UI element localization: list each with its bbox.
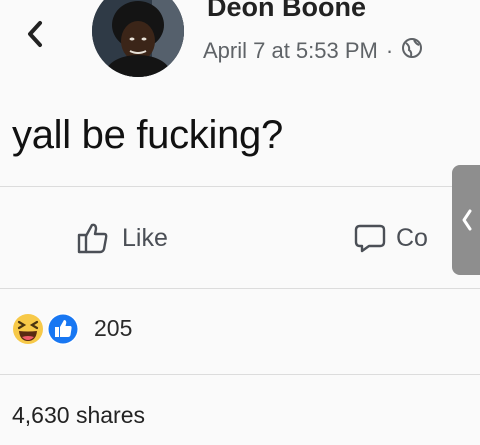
post-meta: April 7 at 5:53 PM · (203, 37, 423, 65)
thumbs-up-outline-icon (77, 223, 108, 254)
divider (0, 288, 480, 289)
avatar[interactable] (92, 0, 184, 77)
reaction-count: 205 (94, 314, 133, 341)
haha-icon (13, 314, 43, 344)
comment-label: Co (396, 223, 428, 252)
side-panel-handle[interactable] (452, 165, 480, 275)
like-button[interactable]: Like (76, 218, 168, 258)
avatar-image (92, 0, 184, 77)
post-timestamp[interactable]: April 7 at 5:53 PM (203, 38, 378, 64)
shares-count[interactable]: 4,630 shares (12, 402, 145, 429)
back-button[interactable] (18, 14, 52, 54)
divider (0, 186, 480, 187)
reaction-icons (8, 311, 80, 345)
globe-icon (401, 37, 423, 65)
speech-bubble-icon (354, 224, 386, 253)
author-name[interactable]: Deon Boone (207, 0, 366, 23)
divider (0, 374, 480, 375)
like-icon (47, 313, 79, 345)
like-label: Like (122, 223, 168, 252)
chevron-left-icon (462, 209, 472, 231)
reactions-summary[interactable]: 205 (8, 311, 132, 345)
chevron-left-icon (28, 21, 42, 47)
post-text: yall be fucking? (12, 113, 283, 157)
meta-separator: · (385, 38, 394, 63)
comment-button[interactable]: Co (354, 218, 428, 258)
